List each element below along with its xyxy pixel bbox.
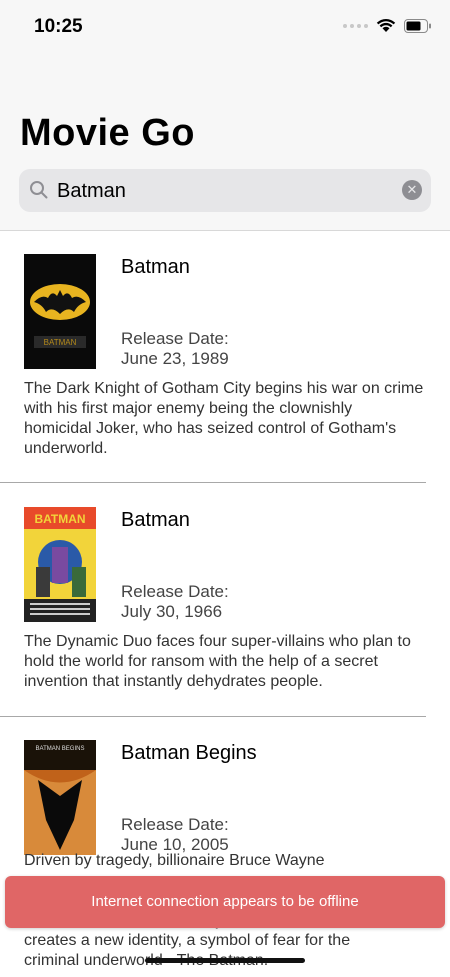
- battery-icon: [404, 18, 431, 33]
- status-icons: [343, 18, 432, 33]
- status-time: 10:25: [34, 16, 83, 37]
- release-date: June 23, 1989: [121, 349, 229, 368]
- search-icon: [30, 181, 48, 199]
- movie-title: Batman: [121, 509, 190, 531]
- movie-title: Batman Begins: [121, 742, 257, 764]
- movie-overview: The Dark Knight of Gotham City begins hi…: [24, 380, 424, 457]
- search-input[interactable]: [55, 169, 389, 214]
- search-bar[interactable]: ✕: [19, 169, 431, 214]
- svg-text:BATMAN: BATMAN: [44, 338, 77, 347]
- svg-text:BATMAN: BATMAN: [34, 512, 85, 526]
- page-title: Movie Go: [20, 112, 196, 154]
- list-item[interactable]: BATMAN Batman Release Date: July 30, 196…: [0, 484, 426, 717]
- list-item[interactable]: BATMAN Batman Release Date: June 23, 198…: [0, 231, 426, 483]
- overview-line: Driven by tragedy, billionaire Bruce Way…: [24, 852, 325, 869]
- overview-line: creates a new identity, a symbol of fear…: [24, 932, 351, 949]
- list-item[interactable]: BATMAN BEGINS Batman Begins Release Date…: [0, 717, 426, 977]
- status-bar: 10:25: [0, 0, 450, 56]
- poster-image: BATMAN: [24, 507, 96, 622]
- toast-message: Internet connection appears to be offlin…: [91, 893, 359, 910]
- clear-search-icon[interactable]: ✕: [402, 180, 422, 200]
- release-date-label: Release Date:: [121, 329, 229, 348]
- movie-overview: The Dynamic Duo faces four super-villain…: [24, 633, 411, 690]
- signal-icon: [343, 23, 368, 28]
- movie-title: Batman: [121, 256, 190, 278]
- offline-toast[interactable]: Internet connection appears to be offlin…: [5, 876, 445, 928]
- poster-image: BATMAN: [24, 254, 96, 369]
- navigation-header: Movie Go ✕: [0, 56, 450, 231]
- wifi-icon: [376, 18, 396, 32]
- svg-text:BATMAN BEGINS: BATMAN BEGINS: [36, 746, 85, 752]
- release-date-label: Release Date:: [121, 582, 229, 601]
- release-date: July 30, 1966: [121, 602, 223, 621]
- home-indicator[interactable]: [145, 958, 305, 963]
- release-date-label: Release Date:: [121, 815, 229, 834]
- poster-image: BATMAN BEGINS: [24, 740, 96, 855]
